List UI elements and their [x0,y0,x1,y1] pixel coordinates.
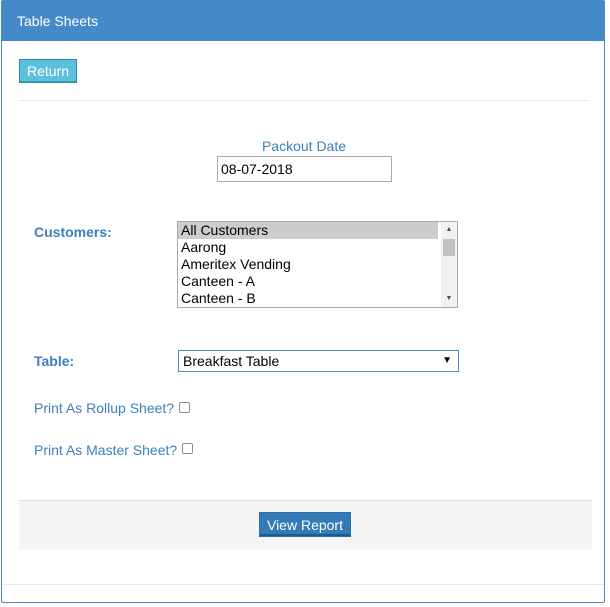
list-item-ameritex-vending[interactable]: Ameritex Vending [178,256,438,273]
rollup-sheet-label: Print As Rollup Sheet? [34,400,175,416]
customers-scrollbar[interactable]: ▲ ▼ [441,222,457,307]
divider [19,100,589,101]
customers-label: Customers: [34,224,112,240]
list-item-aarong[interactable]: Aarong [178,239,438,256]
list-item-all-customers[interactable]: All Customers [178,222,438,239]
divider [2,584,604,585]
caret-down-icon: ▼ [442,355,452,366]
view-report-button[interactable]: View Report [259,512,351,537]
panel-title: Table Sheets [2,1,604,41]
packout-date-input[interactable] [217,156,392,182]
table-label: Table: [34,353,75,369]
master-sheet-label: Print As Master Sheet? [34,442,178,458]
table-sheets-panel: Table Sheets Return Packout Date Custome… [1,0,605,603]
list-item-canteen-b[interactable]: Canteen - B [178,290,438,307]
scroll-thumb[interactable] [443,239,455,256]
packout-date-label: Packout Date [261,138,347,154]
scroll-up-arrow-icon[interactable]: ▲ [441,222,457,238]
customers-listbox[interactable]: All Customers Aarong Ameritex Vending Ca… [177,221,458,308]
return-button[interactable]: Return [19,59,77,83]
scroll-down-arrow-icon[interactable]: ▼ [441,291,457,307]
master-sheet-checkbox[interactable] [182,443,193,454]
table-select[interactable]: Breakfast Table ▼ [178,350,459,372]
rollup-sheet-checkbox[interactable] [179,402,190,413]
table-select-value: Breakfast Table [183,353,280,369]
list-item-canteen-a[interactable]: Canteen - A [178,273,438,290]
